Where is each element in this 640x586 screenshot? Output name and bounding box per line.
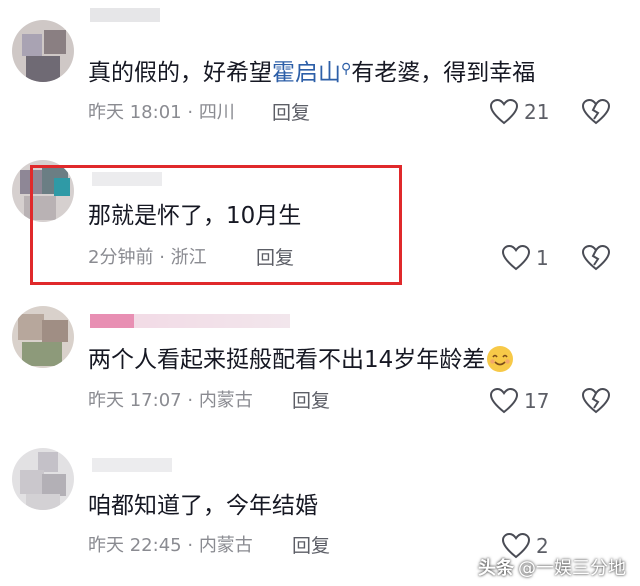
comment-text: 真的假的，好希望霍启山⚲有老婆，得到幸福 (88, 60, 536, 86)
comment-meta: 昨天 17:07 · 内蒙古 (88, 390, 253, 411)
broken-heart-icon[interactable] (582, 99, 610, 125)
reply-button[interactable]: 回复 (272, 102, 310, 124)
username-blurred[interactable] (92, 458, 172, 472)
comment-time: 昨天 17:07 (88, 390, 182, 411)
keyword-link[interactable]: 霍启山 (272, 60, 341, 86)
reply-button[interactable]: 回复 (256, 247, 294, 269)
comment-location: 四川 (198, 102, 235, 123)
watermark: 头条 @一娱三分地 (478, 554, 626, 580)
comment-meta: 昨天 22:45 · 内蒙古 (88, 535, 253, 556)
like-count: 21 (524, 100, 550, 124)
comment-time: 昨天 22:45 (88, 535, 182, 556)
comment-time: 昨天 18:01 (88, 102, 182, 123)
avatar[interactable] (12, 20, 74, 82)
avatar[interactable] (12, 448, 74, 510)
heart-outline-icon (502, 245, 530, 271)
comment-location: 浙江 (170, 247, 207, 268)
like-count: 1 (536, 246, 549, 270)
reply-button[interactable]: 回复 (292, 535, 330, 557)
comment-time: 2分钟前 (88, 247, 154, 268)
broken-heart-icon[interactable] (582, 388, 610, 414)
search-icon[interactable]: ⚲ (341, 61, 351, 77)
avatar[interactable] (12, 306, 74, 368)
comment-meta: 2分钟前 · 浙江 (88, 247, 207, 268)
comment-meta: 昨天 18:01 · 四川 (88, 102, 235, 123)
like-button[interactable]: 1 (502, 245, 549, 271)
comment-text: 两个人看起来挺般配看不出14岁年龄差 (88, 345, 515, 376)
comment-location: 内蒙古 (198, 535, 253, 556)
username-blurred[interactable] (90, 8, 160, 22)
comment-location: 内蒙古 (198, 390, 253, 411)
watermark-platform: 头条 (478, 558, 514, 579)
username-blurred[interactable] (90, 314, 290, 328)
like-button[interactable]: 21 (490, 99, 549, 125)
comment-text: 那就是怀了，10月生 (88, 203, 302, 229)
like-count: 17 (524, 389, 550, 413)
broken-heart-icon[interactable] (582, 245, 610, 271)
smiling-face-emoji (487, 345, 514, 372)
reply-button[interactable]: 回复 (292, 390, 330, 412)
comment-text: 咱都知道了，今年结婚 (88, 493, 318, 519)
heart-outline-icon (490, 388, 518, 414)
watermark-account: @一娱三分地 (518, 558, 626, 579)
heart-outline-icon (490, 99, 518, 125)
like-button[interactable]: 17 (490, 388, 549, 414)
